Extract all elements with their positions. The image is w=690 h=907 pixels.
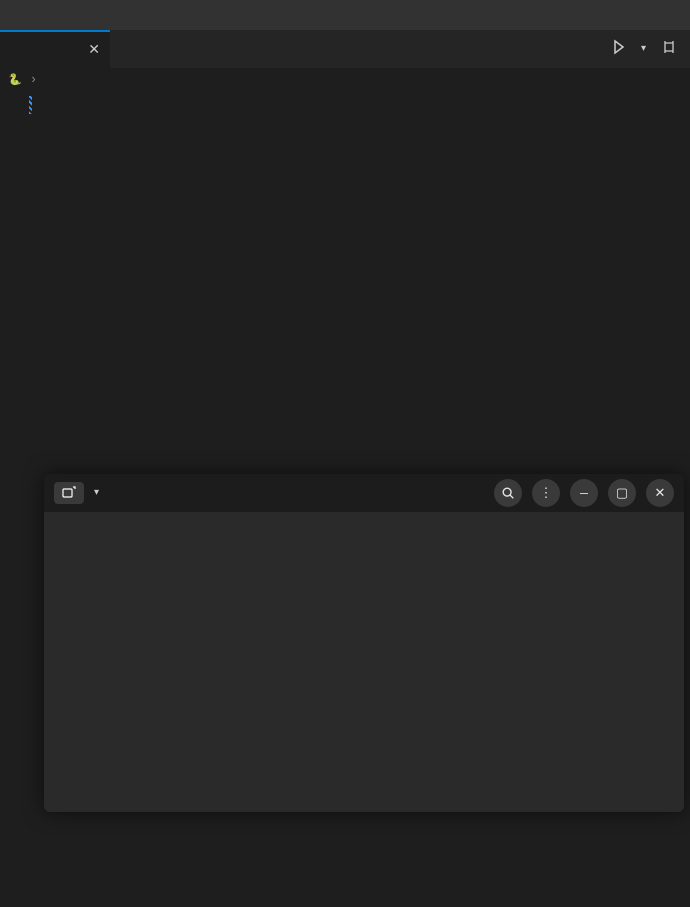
- close-icon[interactable]: ✕: [88, 42, 100, 59]
- tab-bar: ✕ ▾: [0, 30, 690, 68]
- tab-dropdown-icon[interactable]: ▾: [90, 483, 103, 503]
- menu-icon[interactable]: ⋮: [532, 479, 560, 507]
- line-gutter: [0, 92, 34, 907]
- chevron-down-icon[interactable]: ▾: [641, 43, 646, 55]
- terminal-output[interactable]: [44, 512, 684, 812]
- terminal-titlebar[interactable]: ▾ ⋮ — ▢ ✕: [44, 474, 684, 512]
- run-icon[interactable]: [611, 39, 627, 60]
- python-file-icon: 🐍: [8, 73, 22, 87]
- close-icon[interactable]: ✕: [646, 479, 674, 507]
- new-tab-button[interactable]: [54, 482, 84, 504]
- maximize-icon[interactable]: ▢: [608, 479, 636, 507]
- terminal-window: ▾ ⋮ — ▢ ✕: [44, 474, 684, 812]
- breadcrumb-separator: ›: [30, 73, 38, 87]
- editor-actions: ▾: [611, 38, 690, 61]
- window-titlebar: [0, 0, 690, 30]
- compare-icon[interactable]: [660, 38, 678, 61]
- breadcrumb[interactable]: 🐍 ›: [0, 68, 690, 92]
- tab-mainpy[interactable]: ✕: [0, 30, 110, 68]
- minimize-icon[interactable]: —: [570, 479, 598, 507]
- search-icon[interactable]: [494, 479, 522, 507]
